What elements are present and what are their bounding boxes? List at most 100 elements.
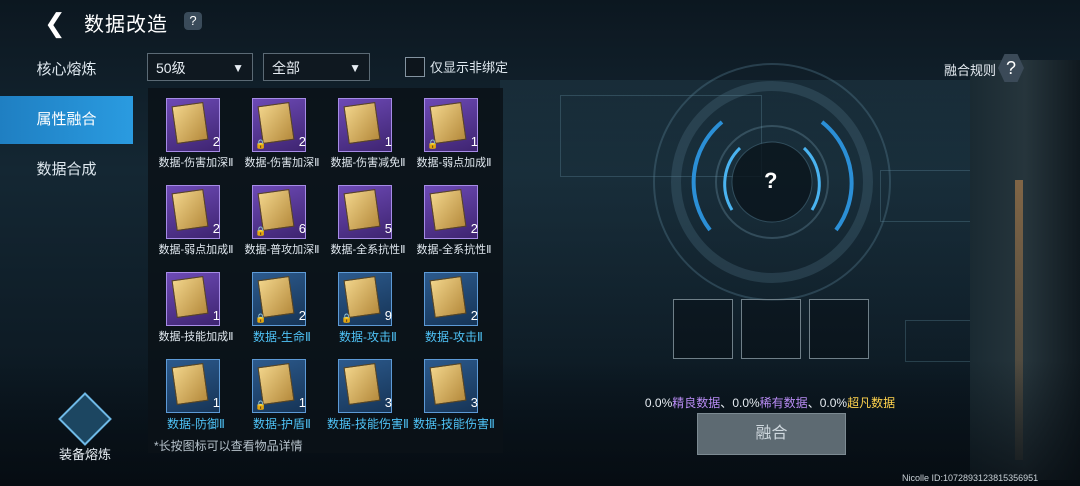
inventory-item[interactable]: 2 数据-弱点加成Ⅱ: [154, 179, 236, 261]
fuse-button[interactable]: 融合: [697, 413, 846, 455]
item-count: 2: [470, 221, 478, 236]
data-chip-icon: [257, 188, 295, 232]
inventory-item[interactable]: 2 数据-全系抗性Ⅱ: [412, 179, 494, 261]
item-count: 1: [384, 134, 392, 149]
data-chip-icon: [171, 188, 209, 232]
inventory-item[interactable]: 2 数据-伤害加深Ⅱ: [154, 92, 236, 174]
equipment-smelt-icon: [58, 392, 112, 446]
category-dropdown-value: 全部: [272, 60, 300, 76]
data-chip-icon: [257, 275, 295, 319]
bound-lock-icon: 🔒: [255, 313, 267, 323]
item-name: 数据-攻击Ⅱ: [339, 330, 397, 344]
item-name: 数据-技能伤害Ⅱ: [413, 417, 495, 431]
unbound-only-label: 仅显示非绑定: [430, 60, 509, 75]
item-count: 1: [470, 134, 478, 149]
fusion-slot-1[interactable]: [673, 299, 733, 359]
inventory-item[interactable]: 🔒 2 数据-伤害加深Ⅱ: [240, 92, 322, 174]
fusion-rules-label[interactable]: 融合规则: [944, 60, 996, 79]
data-chip-icon: [429, 101, 467, 145]
inventory-item[interactable]: 🔒 2 数据-生命Ⅱ: [240, 266, 322, 348]
inventory-item[interactable]: 3 数据-技能伤害Ⅱ: [326, 353, 409, 435]
data-chip-icon: [429, 275, 467, 319]
item-count: 1: [298, 395, 306, 410]
item-name: 数据-技能加成Ⅱ: [158, 331, 234, 343]
data-chip-icon: [429, 188, 467, 232]
item-name: 数据-全系抗性Ⅱ: [416, 244, 492, 256]
rate-label-epic: 超凡数据: [847, 396, 896, 410]
fusion-slot-3[interactable]: [809, 299, 869, 359]
rate-pct-fine: 0.0%: [644, 396, 673, 410]
data-chip-icon: [343, 275, 381, 319]
item-name: 数据-防御Ⅱ: [167, 417, 225, 431]
help-icon[interactable]: ?: [184, 12, 202, 30]
top-bar: ❮ 数据改造 ?: [0, 0, 1080, 44]
rate-separator: 、: [807, 396, 820, 410]
item-name: 数据-弱点加成Ⅱ: [416, 157, 492, 169]
rate-label-fine: 精良数据: [672, 396, 721, 410]
item-name: 数据-全系抗性Ⅱ: [330, 244, 406, 256]
category-dropdown[interactable]: 全部 ▼: [263, 53, 370, 81]
level-dropdown-value: 50级: [156, 60, 186, 76]
item-count: 2: [470, 308, 478, 323]
bound-lock-icon: 🔒: [255, 400, 267, 410]
inventory-grid: 2 数据-伤害加深Ⅱ 🔒 2 数据-伤害加深Ⅱ 1 数据-伤害减免Ⅱ 🔒 1 数据-弱点加成Ⅱ 2 数…: [148, 88, 503, 453]
inventory-item[interactable]: 🔒 9 数据-攻击Ⅱ: [326, 266, 408, 348]
inventory-item[interactable]: 5 数据-全系抗性Ⅱ: [326, 179, 408, 261]
chevron-down-icon: ▼: [349, 61, 361, 75]
inventory-item[interactable]: 3 数据-技能伤害Ⅱ: [412, 353, 495, 435]
chevron-down-icon: ▼: [232, 61, 244, 75]
item-count: 6: [298, 221, 306, 236]
rate-label-rare: 稀有数据: [759, 396, 808, 410]
sidebar-item-core-smelt[interactable]: 核心熔炼: [0, 46, 133, 94]
bound-lock-icon: 🔒: [341, 313, 353, 323]
level-dropdown[interactable]: 50级 ▼: [147, 53, 253, 81]
data-chip-icon: [343, 362, 381, 406]
sidebar-item-attribute-fusion[interactable]: 属性融合: [0, 96, 133, 144]
inventory-item[interactable]: 1 数据-伤害减免Ⅱ: [326, 92, 408, 174]
data-chip-icon: [257, 101, 295, 145]
inventory-item[interactable]: 🔒 6 数据-普攻加深Ⅱ: [240, 179, 322, 261]
item-name: 数据-生命Ⅱ: [253, 330, 311, 344]
item-name: 数据-技能伤害Ⅱ: [327, 417, 409, 431]
rate-pct-rare: 0.0%: [732, 396, 760, 410]
sidebar: 核心熔炼 属性融合 数据合成: [0, 44, 133, 444]
item-count: 2: [212, 221, 220, 236]
data-chip-icon: [343, 101, 381, 145]
data-chip-icon: [171, 275, 209, 319]
fusion-center-symbol: ?: [764, 168, 778, 193]
equipment-smelt-label: 装备熔炼: [58, 447, 111, 462]
item-count: 1: [212, 395, 220, 410]
data-chip-icon: [171, 101, 209, 145]
unbound-only-checkbox[interactable]: [405, 57, 425, 77]
item-count: 5: [384, 221, 392, 236]
data-chip-icon: [171, 362, 209, 406]
bound-lock-icon: 🔒: [427, 139, 439, 149]
bound-lock-icon: 🔒: [255, 226, 267, 236]
inventory-item[interactable]: 🔒 1 数据-护盾Ⅱ: [240, 353, 322, 435]
back-arrow-icon[interactable]: ❮: [44, 8, 66, 39]
item-name: 数据-普攻加深Ⅱ: [244, 244, 320, 256]
item-count: 1: [212, 308, 220, 323]
item-name: 数据-伤害减免Ⅱ: [330, 157, 406, 169]
inventory-item[interactable]: 2 数据-攻击Ⅱ: [412, 266, 494, 348]
item-count: 2: [298, 308, 306, 323]
sidebar-item-data-synthesis[interactable]: 数据合成: [0, 146, 133, 194]
item-name: 数据-伤害加深Ⅱ: [244, 157, 320, 169]
fusion-ring: ?: [640, 60, 900, 310]
item-name: 数据-护盾Ⅱ: [253, 417, 311, 431]
hint-text: *长按图标可以查看物品详情: [154, 439, 303, 453]
bound-lock-icon: 🔒: [255, 139, 267, 149]
equipment-smelt-button[interactable]: 装备熔炼: [40, 392, 130, 463]
fusion-rates: 0.0%精良数据、0.0%稀有数据、0.0%超凡数据: [620, 394, 920, 411]
item-count: 3: [384, 395, 392, 410]
inventory-item[interactable]: 1 数据-技能加成Ⅱ: [154, 266, 236, 348]
item-name: 数据-伤害加深Ⅱ: [158, 157, 234, 169]
fusion-slot-2[interactable]: [741, 299, 801, 359]
rate-pct-epic: 0.0%: [819, 396, 848, 410]
rate-separator: 、: [720, 396, 733, 410]
background-panel: [905, 320, 977, 362]
item-count: 9: [384, 308, 392, 323]
inventory-item[interactable]: 1 数据-防御Ⅱ: [154, 353, 236, 435]
inventory-item[interactable]: 🔒 1 数据-弱点加成Ⅱ: [412, 92, 494, 174]
item-count: 2: [212, 134, 220, 149]
